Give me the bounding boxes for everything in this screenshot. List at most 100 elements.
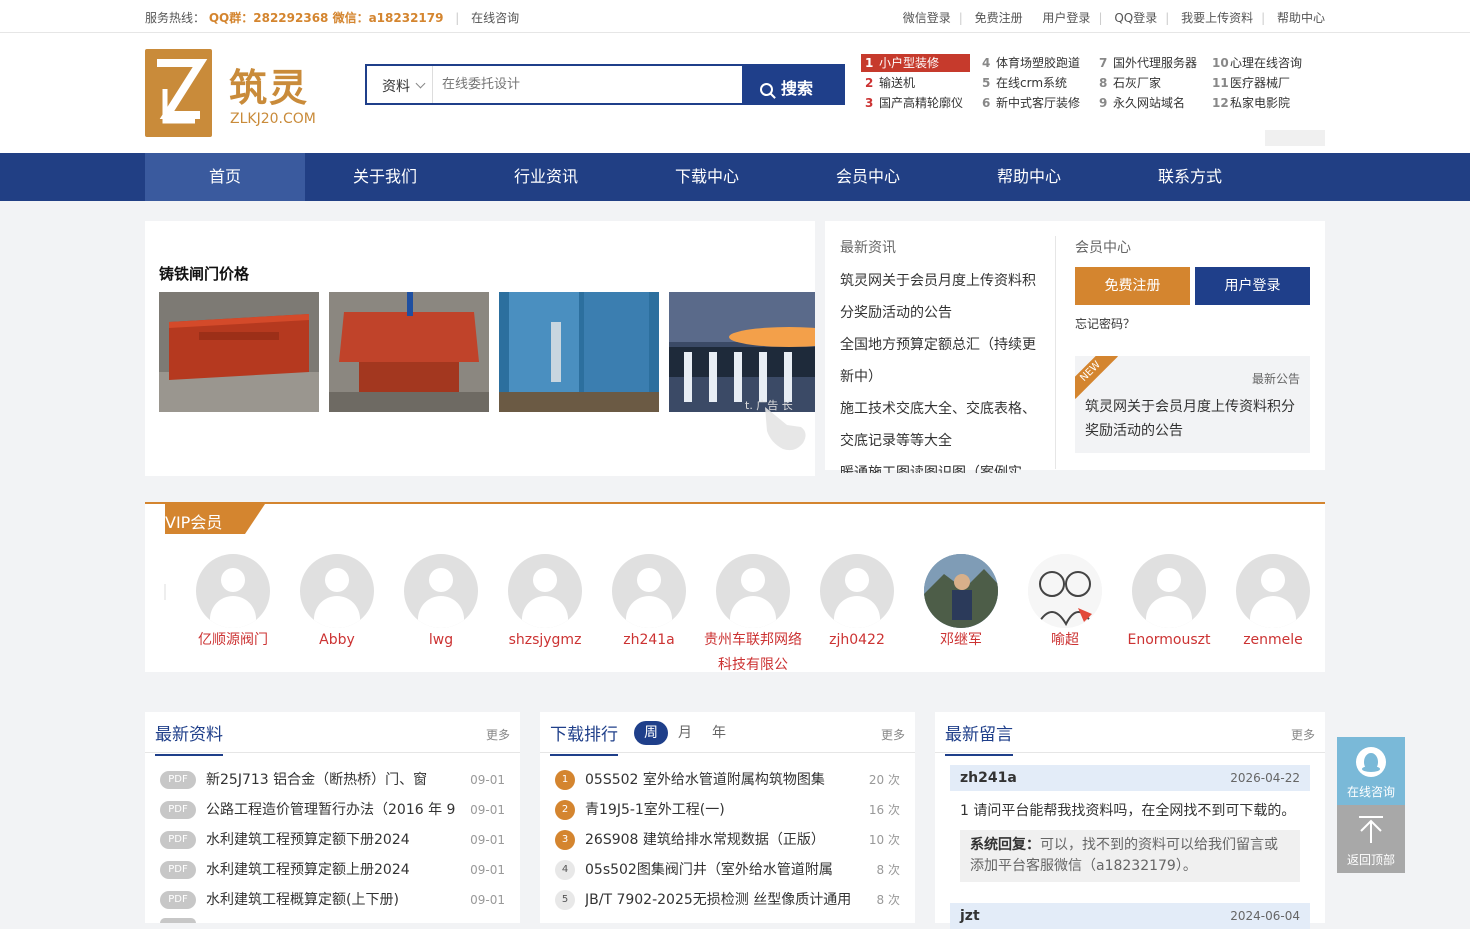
nav-download[interactable]: 下载中心	[627, 153, 787, 201]
tab-year[interactable]: 年	[702, 721, 736, 745]
arrow-up-icon	[1357, 815, 1385, 843]
vip-avatar[interactable]	[404, 554, 478, 628]
vip-name[interactable]: zenmele	[1221, 628, 1325, 653]
pointer-hand-icon	[757, 403, 809, 453]
ranking-row[interactable]: 3 26S908 建筑给排水常规数据（正版） 10 次	[555, 829, 900, 851]
vip-avatar[interactable]	[196, 554, 270, 628]
ranking-row[interactable]: 4 05s502图集阀门井（室外给水管道附属 8 次	[555, 859, 900, 881]
download-ranking-title[interactable]: 下载排行	[550, 720, 618, 756]
hot-keyword[interactable]: 11医疗器械厂	[1208, 74, 1290, 92]
latest-more-link[interactable]: 更多	[486, 726, 510, 743]
ranking-more-link[interactable]: 更多	[881, 726, 905, 743]
search-input[interactable]	[434, 66, 744, 103]
vip-avatar[interactable]	[1132, 554, 1206, 628]
ranking-row[interactable]: 1 05S502 室外给水管道附属构筑物图集 20 次	[555, 769, 900, 791]
vip-avatar-photo[interactable]	[1028, 554, 1102, 628]
forgot-password-link[interactable]: 忘记密码？	[1075, 315, 1135, 332]
ad-close-button[interactable]	[1265, 130, 1325, 146]
product-image[interactable]	[499, 292, 659, 412]
vip-name[interactable]: Enormouszt	[1117, 628, 1221, 653]
vip-name[interactable]: 亿顺源阀门	[181, 628, 285, 653]
resource-row[interactable]: PDF 公路工程造价管理暂行办法（2016 年 9 09-01	[160, 799, 505, 821]
hot-keyword[interactable]: 2 输送机	[861, 74, 915, 92]
product-image[interactable]	[159, 292, 319, 412]
product-image[interactable]	[669, 292, 815, 412]
qq-login-link[interactable]: QQ登录	[1114, 11, 1157, 25]
news-item[interactable]: 施工技术交底大全、交底表格、交底记录等等大全	[840, 393, 1040, 457]
qq-icon	[1356, 747, 1386, 777]
login-button[interactable]: 用户登录	[1195, 267, 1310, 305]
vip-avatar[interactable]	[820, 554, 894, 628]
news-item[interactable]: 筑灵网关于会员月度上传资料积分奖励活动的公告	[840, 265, 1040, 329]
hot-keyword[interactable]: 12私家电影院	[1208, 94, 1290, 112]
product-showcase: 铸铁闸门价格 t. 广告 长	[145, 221, 815, 476]
pdf-badge: PDF	[160, 771, 196, 789]
site-logo[interactable]: 筑灵 ZLKJ20.COM	[145, 49, 317, 137]
upload-link[interactable]: 我要上传资料	[1181, 11, 1253, 25]
system-reply: 系统回复：可以，找不到的资料可以给我们留言或添加平台客服微信（a18232179…	[960, 830, 1300, 882]
nav-about[interactable]: 关于我们	[305, 153, 465, 201]
resource-row[interactable]: PDF 水利建筑工程预算定额下册2024 09-01	[160, 829, 505, 851]
search-button[interactable]: 搜索	[742, 66, 843, 103]
vip-name[interactable]: Abby	[285, 628, 389, 653]
hot-keyword[interactable]: 8 石灰厂家	[1095, 74, 1161, 92]
vip-avatar[interactable]	[716, 554, 790, 628]
hot-keyword[interactable]: 3 国产高精轮廓仪	[861, 94, 963, 112]
nav-member[interactable]: 会员中心	[788, 153, 948, 201]
vip-name[interactable]: lwg	[389, 628, 493, 653]
wechat-login-link[interactable]: 微信登录	[903, 11, 951, 25]
register-link[interactable]: 免费注册	[975, 11, 1023, 25]
search-category-select[interactable]: 资料	[367, 66, 433, 103]
hot-keyword[interactable]: 4 体育场塑胶跑道	[978, 54, 1080, 72]
hot-keyword[interactable]: 6 新中式客厅装修	[978, 94, 1080, 112]
vip-name[interactable]: shzsjygmz	[493, 628, 597, 653]
latest-messages-title[interactable]: 最新留言	[945, 720, 1013, 756]
download-ranking-panel: 下载排行 周 月 年 更多 1 05S502 室外给水管道附属构筑物图集 20 次 …	[540, 712, 915, 923]
floating-toolbar: 在线咨询 返回顶部	[1337, 737, 1405, 873]
news-item[interactable]: 全国地方预算定额总汇（持续更新中）	[840, 329, 1040, 393]
vip-name[interactable]: zjh0422	[805, 628, 909, 653]
latest-resources-title[interactable]: 最新资料	[155, 720, 223, 756]
nav-help[interactable]: 帮助中心	[949, 153, 1109, 201]
tab-week[interactable]: 周	[634, 721, 668, 745]
vip-avatar[interactable]	[300, 554, 374, 628]
divider	[1055, 236, 1056, 469]
tab-month[interactable]: 月	[668, 721, 702, 745]
vip-avatar[interactable]	[612, 554, 686, 628]
ranking-row[interactable]: 2 青19J5-1室外工程(一) 16 次	[555, 799, 900, 821]
vip-avatar[interactable]	[508, 554, 582, 628]
hot-keyword[interactable]: 9 永久网站域名	[1095, 94, 1185, 112]
hot-keyword[interactable]: 10心理在线咨询	[1208, 54, 1302, 72]
latest-notice[interactable]: NEW 最新公告 筑灵网关于会员月度上传资料积分奖励活动的公告	[1075, 356, 1310, 453]
back-to-top-button[interactable]: 返回顶部	[1337, 805, 1405, 873]
hot-keyword[interactable]: 1 小户型装修	[861, 54, 970, 72]
messages-more-link[interactable]: 更多	[1291, 726, 1315, 743]
nav-industry-news[interactable]: 行业资讯	[466, 153, 626, 201]
product-image[interactable]	[329, 292, 489, 412]
login-link[interactable]: 用户登录	[1042, 11, 1090, 25]
nav-contact[interactable]: 联系方式	[1110, 153, 1270, 201]
vip-name[interactable]: 邓继军	[909, 628, 1013, 653]
top-online-consult-link[interactable]: 在线咨询	[471, 11, 519, 25]
vip-name[interactable]: 喻超	[1013, 628, 1117, 653]
hot-keyword[interactable]: 7 国外代理服务器	[1095, 54, 1197, 72]
latest-messages-panel: 最新留言 更多 zh241a 2026-04-22 1 请问平台能帮我找资料吗，在…	[935, 712, 1325, 929]
resource-row[interactable]: PDF 新25J713 铝合金（断热桥）门、窗 09-01	[160, 769, 505, 791]
vip-name[interactable]: 贵州车联邦网络科技有限公	[701, 628, 805, 678]
showcase-title[interactable]: 铸铁闸门价格	[159, 263, 249, 284]
vip-avatar[interactable]	[1236, 554, 1310, 628]
notice-text[interactable]: 筑灵网关于会员月度上传资料积分奖励活动的公告	[1085, 395, 1300, 443]
ranking-row[interactable]: 5 JB/T 7902-2025无损检测 丝型像质计通用 8 次	[555, 889, 900, 911]
vip-avatar-photo[interactable]	[924, 554, 998, 628]
news-item[interactable]: 暖通施工图读图识图（案例实	[840, 457, 1040, 473]
online-consult-button[interactable]: 在线咨询	[1337, 737, 1405, 805]
hot-keywords: 1 小户型装修 2 输送机 3 国产高精轮廓仪 4 体育场塑胶跑道 5 在线crm系统 6…	[861, 53, 1326, 113]
main-nav: 首页 关于我们 行业资讯 下载中心 会员中心 帮助中心 联系方式	[0, 153, 1470, 201]
hot-keyword[interactable]: 5 在线crm系统	[978, 74, 1067, 92]
resource-row[interactable]: PDF 水利建筑工程概算定额(上下册) 09-01	[160, 889, 505, 911]
help-link[interactable]: 帮助中心	[1277, 11, 1325, 25]
resource-row[interactable]: PDF 水利建筑工程预算定额上册2024 09-01	[160, 859, 505, 881]
vip-name[interactable]: zh241a	[597, 628, 701, 653]
register-button[interactable]: 免费注册	[1075, 267, 1190, 305]
nav-home[interactable]: 首页	[145, 153, 305, 201]
